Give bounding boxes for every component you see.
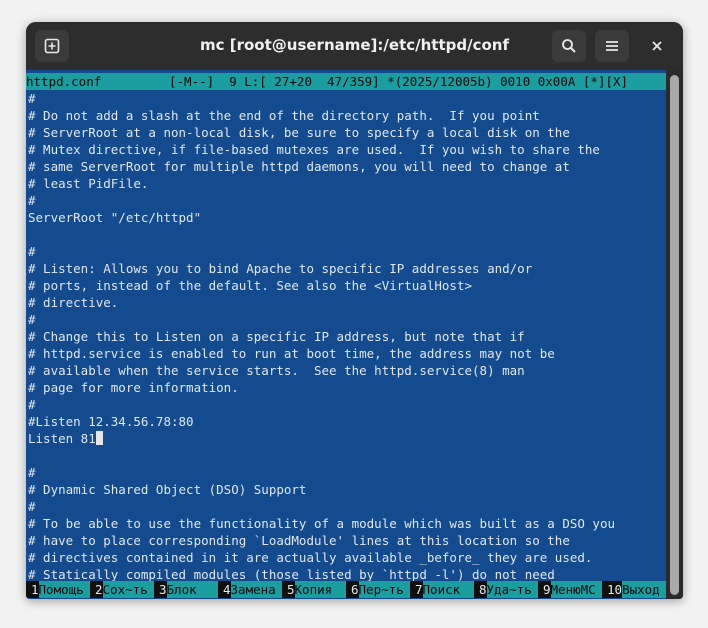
function-key-bar: 1 Помощь 2 Сох~ть 3 Блок 4 Замена 5 Копия 6 Пе… [26, 581, 666, 598]
text-line [28, 447, 664, 464]
current-line-text: Listen 81 [28, 431, 96, 446]
fkey-number: 10 [602, 581, 623, 598]
title-bar: mc [root@username]:/etc/httpd/conf [26, 22, 683, 70]
text-line [28, 226, 664, 243]
editor-status-line: httpd.conf [-M--] 9 L:[ 27+20 47/359] *(… [26, 73, 666, 90]
text-line: # Mutex directive, if file-based mutexes… [28, 142, 600, 157]
fkey-label: Выход [622, 581, 666, 598]
text-line: # available when the service starts. See… [28, 363, 525, 378]
close-button[interactable] [643, 32, 671, 60]
fkey-number: 2 [90, 581, 103, 598]
fkey-number: 7 [410, 581, 423, 598]
fkey-number: 8 [474, 581, 487, 598]
text-line: ServerRoot "/etc/httpd" [28, 210, 202, 225]
text-line: # Listen: Allows you to bind Apache to s… [28, 261, 533, 276]
text-line: # [28, 244, 36, 259]
fkey-help[interactable]: 1 Помощь [26, 581, 90, 598]
fkey-label: Копия [294, 581, 346, 598]
menu-button[interactable] [595, 30, 629, 62]
fkey-number: 4 [218, 581, 231, 598]
fkey-replace[interactable]: 4 Замена [218, 581, 282, 598]
fkey-move[interactable]: 6 Пер~ть [346, 581, 410, 598]
text-line: # directives contained in it are actuall… [28, 550, 593, 565]
text-line: # [28, 312, 36, 327]
text-line: # httpd.service is enabled to run at boo… [28, 346, 555, 361]
fkey-number: 1 [26, 581, 39, 598]
text-line: # ports, instead of the default. See als… [28, 278, 473, 293]
fkey-label: Блок [166, 581, 218, 598]
text-line: # directive. [28, 295, 119, 310]
fkey-save[interactable]: 2 Сох~ть [90, 581, 154, 598]
text-line: # same ServerRoot for multiple httpd dae… [28, 159, 570, 174]
fkey-delete[interactable]: 8 Уда~ть [474, 581, 538, 598]
fkey-label: МенюMC [550, 581, 602, 598]
text-line-current: Listen 81 [28, 430, 664, 447]
scrollbar[interactable] [666, 70, 683, 599]
hamburger-icon [606, 41, 618, 51]
search-icon [562, 39, 576, 53]
fkey-quit[interactable]: 10 Выход [602, 581, 666, 598]
fkey-label: Помощь [38, 581, 90, 598]
text-line: # Dynamic Shared Object (DSO) Support [28, 482, 307, 497]
text-line: # [28, 193, 36, 208]
fkey-number: 6 [346, 581, 359, 598]
fkey-number: 9 [538, 581, 551, 598]
text-line: # [28, 397, 36, 412]
text-line: # [28, 465, 36, 480]
text-line: # ServerRoot at a non-local disk, be sur… [28, 125, 570, 140]
fkey-label: Уда~ть [486, 581, 538, 598]
fkey-label: Сох~ть [102, 581, 154, 598]
text-line: # page for more information. [28, 380, 239, 395]
text-line: # Do not add a slash at the end of the d… [28, 108, 540, 123]
text-line: # Change this to Listen on a specific IP… [28, 329, 525, 344]
fkey-copy[interactable]: 5 Копия [282, 581, 346, 598]
text-line: # least PidFile. [28, 176, 149, 191]
fkey-search[interactable]: 7 Поиск [410, 581, 474, 598]
fkey-block[interactable]: 3 Блок [154, 581, 218, 598]
editor-text[interactable]: # # Do not add a slash at the end of the… [28, 90, 664, 583]
editor-area[interactable]: httpd.conf [-M--] 9 L:[ 27+20 47/359] *(… [26, 70, 666, 599]
terminal-window: mc [root@username]:/etc/httpd/conf httpd… [26, 22, 683, 599]
text-line: # have to place corresponding `LoadModul… [28, 533, 570, 548]
text-line: # [28, 499, 36, 514]
text-cursor [95, 431, 103, 445]
fkey-number: 5 [282, 581, 295, 598]
text-line: #Listen 12.34.56.78:80 [28, 414, 194, 429]
scrollbar-thumb[interactable] [670, 75, 679, 595]
fkey-label: Замена [230, 581, 282, 598]
fkey-label: Поиск [422, 581, 474, 598]
search-button[interactable] [552, 30, 586, 62]
fkey-number: 3 [154, 581, 167, 598]
fkey-menu[interactable]: 9 МенюMC [538, 581, 602, 598]
text-line: # To be able to use the functionality of… [28, 516, 615, 531]
close-icon [652, 41, 662, 51]
text-line: # [28, 91, 36, 106]
fkey-label: Пер~ть [358, 581, 410, 598]
